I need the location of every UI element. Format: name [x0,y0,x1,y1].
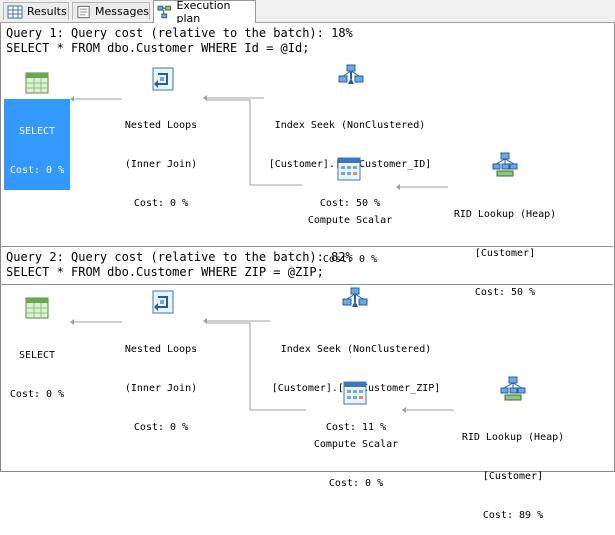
query-header-separator [0,284,613,285]
node-cost: Cost: 0 % [9,389,65,400]
nested-loops-node-label: Nested Loops (Inner Join) Cost: 0 % [112,93,210,223]
nested-loops-icon[interactable] [150,289,176,315]
node-object: [Customer] [482,471,544,482]
node-name: SELECT [18,350,56,361]
node-name: SELECT [18,126,56,137]
node-name: RID Lookup (Heap) [453,209,557,220]
arrow-head [70,319,74,325]
node-cost: Cost: 0 % [328,478,384,489]
node-name: Compute Scalar [307,215,393,226]
rid-lookup-icon[interactable] [492,152,518,178]
select-icon[interactable] [24,295,50,321]
node-cost: Cost: 0 % [133,422,189,433]
query-separator [0,246,613,247]
compute-scalar-node-label: Compute Scalar Cost: 0 % [304,412,408,503]
node-cost: Cost: 89 % [482,510,544,521]
rid-lookup-node-label: RID Lookup (Heap) [Customer] Cost: 50 % [440,182,570,312]
node-name: Index Seek (NonClustered) [274,120,426,131]
query-2-cost-line: Query 2: Query cost (relative to the bat… [6,250,353,264]
node-join-type: (Inner Join) [124,383,198,394]
select-node-label[interactable]: SELECT Cost: 0 % [4,99,70,190]
query-1-sql-line: SELECT * FROM dbo.Customer WHERE Id = @I… [6,41,310,55]
compute-scalar-icon[interactable] [336,156,362,182]
index-seek-icon[interactable] [342,287,368,313]
node-join-type: (Inner Join) [124,159,198,170]
rid-lookup-icon[interactable] [500,376,526,402]
rid-lookup-node-label: RID Lookup (Heap) [Customer] Cost: 89 % [448,405,578,535]
node-cost: Cost: 50 % [474,287,536,298]
node-name: Compute Scalar [313,439,399,450]
node-name: RID Lookup (Heap) [461,432,565,443]
node-name: Nested Loops [124,120,198,131]
node-name: Index Seek (NonClustered) [280,344,432,355]
node-cost: Cost: 0 % [133,198,189,209]
select-icon[interactable] [24,70,50,96]
compute-scalar-icon[interactable] [342,380,368,406]
nested-loops-node-label: Nested Loops (Inner Join) Cost: 0 % [112,317,210,447]
query-2-sql-line: SELECT * FROM dbo.Customer WHERE ZIP = @… [6,265,324,279]
query-1-cost-line: Query 1: Query cost (relative to the bat… [6,26,353,40]
node-object: [Customer] [474,248,536,259]
index-seek-icon[interactable] [338,64,364,90]
select-node-label[interactable]: SELECT Cost: 0 % [4,323,70,414]
arrow-head [70,96,74,102]
node-cost: Cost: 0 % [9,165,65,176]
nested-loops-icon[interactable] [150,66,176,92]
node-name: Nested Loops [124,344,198,355]
